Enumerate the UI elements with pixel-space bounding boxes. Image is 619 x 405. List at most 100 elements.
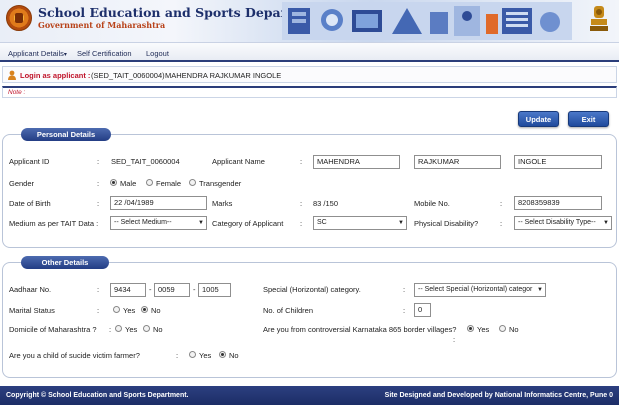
gender-female-radio[interactable]: [146, 179, 153, 186]
user-icon: [8, 70, 16, 80]
state-emblem-icon: [590, 6, 608, 31]
children-field[interactable]: 0: [414, 303, 431, 317]
applicant-id-value: SED_TAIT_0060004: [111, 157, 180, 166]
first-name-field[interactable]: MAHENDRA: [313, 155, 400, 169]
disability-select-value: -- Select Disability Type--: [518, 219, 596, 226]
domicile-yes-label: Yes: [125, 325, 138, 334]
dob-label: Date of Birth: [9, 199, 51, 208]
nav-applicant-details-label: Applicant Details: [8, 49, 64, 58]
domicile-yes-radio[interactable]: [115, 325, 122, 332]
border-no-radio[interactable]: [499, 325, 506, 332]
aadhaar-dash: -: [193, 285, 196, 294]
chevron-down-icon: ▼: [603, 220, 609, 226]
personal-details-title: Personal Details: [21, 128, 111, 141]
dob-field[interactable]: 22 /04/1989: [110, 196, 207, 210]
chevron-down-icon: ▼: [198, 220, 204, 226]
main-nav: Applicant Details▾ Self Certification Lo…: [0, 42, 619, 62]
aadhaar-part2-field[interactable]: 0059: [154, 283, 190, 297]
farmer-no-label: No: [229, 351, 239, 360]
colon: :: [97, 306, 100, 315]
login-applicant-id: (SED_TAIT_0060004): [91, 71, 165, 80]
farmer-no-radio[interactable]: [219, 351, 226, 358]
note-label: Note :: [8, 89, 26, 96]
department-logo: [6, 5, 32, 31]
marks-label: Marks: [212, 199, 233, 208]
chevron-down-icon: ▼: [398, 220, 404, 226]
marital-no-label: No: [151, 306, 161, 315]
border-yes-label: Yes: [477, 325, 490, 334]
marital-yes-radio[interactable]: [113, 306, 120, 313]
nav-logout[interactable]: Logout: [146, 49, 169, 58]
aadhaar-label: Aadhaar No.: [9, 285, 52, 294]
colon: :: [453, 335, 456, 344]
mobile-field[interactable]: 8208359839: [514, 196, 602, 210]
domicile-no-label: No: [153, 325, 163, 334]
domicile-label: Domicile of Maharashtra ?: [9, 325, 97, 334]
applicant-id-label: Applicant ID: [9, 157, 50, 166]
last-name-field[interactable]: INGOLE: [514, 155, 602, 169]
colon: :: [500, 199, 503, 208]
domicile-no-radio[interactable]: [143, 325, 150, 332]
colon: :: [97, 285, 100, 294]
other-details-panel: Other Details Aadhaar No. : 9434 - 0059 …: [2, 256, 617, 378]
gender-transgender-radio[interactable]: [189, 179, 196, 186]
farmer-yes-label: Yes: [199, 351, 212, 360]
colon: :: [97, 157, 100, 166]
colon: :: [109, 325, 112, 334]
medium-select-value: -- Select Medium--: [114, 219, 172, 226]
personal-details-panel: Personal Details Applicant ID : SED_TAIT…: [2, 128, 617, 248]
gender-male-label: Male: [120, 179, 137, 188]
nav-self-certification[interactable]: Self Certification: [77, 49, 132, 58]
colon: :: [176, 351, 179, 360]
site-footer: Copyright © School Education and Sports …: [0, 386, 619, 405]
chevron-down-icon: ▾: [63, 52, 67, 58]
exit-button[interactable]: Exit: [568, 111, 609, 127]
colon: :: [300, 219, 303, 228]
note-bar: Note :: [2, 86, 617, 98]
footer-copyright: Copyright © School Education and Sports …: [6, 392, 189, 399]
colon: :: [97, 179, 100, 188]
aadhaar-part3-field[interactable]: 1005: [198, 283, 231, 297]
category-select-value: SC: [317, 219, 327, 226]
gender-male-radio[interactable]: [110, 179, 117, 186]
chevron-down-icon: ▼: [537, 287, 543, 293]
gender-female-label: Female: [156, 179, 182, 188]
login-info-bar: Login as applicant : (SED_TAIT_0060004) …: [2, 66, 617, 83]
marks-value: 83 /150: [313, 199, 339, 208]
farmer-label: Are you a child of sucide victim farmer?: [9, 351, 140, 360]
category-select[interactable]: SC ▼: [313, 216, 407, 230]
update-button[interactable]: Update: [518, 111, 559, 127]
category-label: Category of Applicant: [212, 219, 284, 228]
mobile-label: Mobile No.: [414, 199, 450, 208]
gender-transgender-label: Transgender: [199, 179, 242, 188]
header-banner-illustration: [282, 2, 572, 40]
colon: :: [403, 306, 406, 315]
border-village-label: Are you from controversial Karnataka 865…: [263, 325, 457, 334]
login-applicant-name: MAHENDRA RAJKUMAR INGOLE: [165, 71, 282, 80]
marital-status-label: Marital Status: [9, 306, 55, 315]
applicant-name-label: Applicant Name: [212, 157, 265, 166]
gender-label: Gender: [9, 179, 35, 188]
government-name: Government of Maharashtra: [38, 20, 166, 30]
marital-no-radio[interactable]: [141, 306, 148, 313]
disability-label: Physical Disability?: [414, 219, 479, 228]
nav-applicant-details[interactable]: Applicant Details▾: [8, 49, 67, 58]
border-no-label: No: [509, 325, 519, 334]
border-yes-radio[interactable]: [467, 325, 474, 332]
footer-credits: Site Designed and Developed by National …: [384, 392, 613, 399]
other-details-title: Other Details: [21, 256, 109, 269]
site-header: School Education and Sports Department G…: [0, 0, 619, 42]
aadhaar-part1-field[interactable]: 9434: [110, 283, 146, 297]
special-category-select-value: -- Select Special (Horizontal) categor: [418, 286, 533, 293]
colon: :: [403, 285, 406, 294]
middle-name-field[interactable]: RAJKUMAR: [414, 155, 501, 169]
login-label: Login as applicant :: [20, 71, 91, 80]
medium-select[interactable]: -- Select Medium-- ▼: [110, 216, 207, 230]
farmer-yes-radio[interactable]: [189, 351, 196, 358]
colon: :: [97, 199, 100, 208]
special-category-select[interactable]: -- Select Special (Horizontal) categor ▼: [414, 283, 546, 297]
colon: :: [300, 199, 303, 208]
special-category-label: Special (Horizontal) category.: [263, 285, 361, 294]
disability-select[interactable]: -- Select Disability Type-- ▼: [514, 216, 612, 230]
medium-label: Medium as per TAIT Data :: [9, 219, 99, 228]
